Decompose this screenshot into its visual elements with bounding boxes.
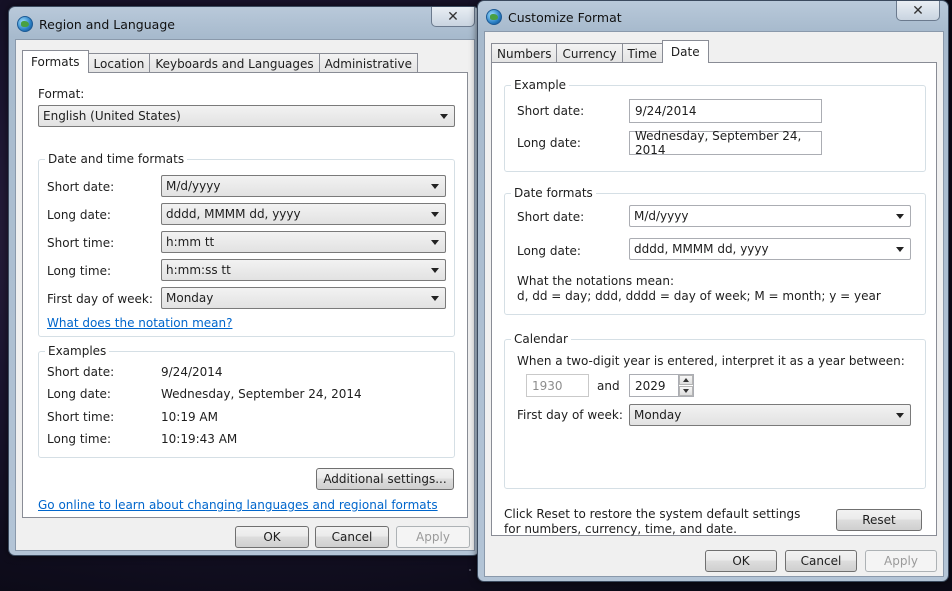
tab-administrative[interactable]: Administrative (318, 53, 419, 73)
short-date-combo[interactable]: M/d/yyyy (629, 205, 911, 227)
group-label: Example (511, 78, 570, 92)
chevron-down-icon (431, 184, 439, 189)
chevron-down-icon (431, 240, 439, 245)
tab-numbers[interactable]: Numbers (491, 43, 558, 63)
chevron-down-icon (440, 114, 448, 119)
notation-text: d, dd = day; ddd, dddd = day of week; M … (517, 289, 881, 303)
tab-currency[interactable]: Currency (556, 43, 623, 63)
examples-group: Examples Short date: 9/24/2014 Long date… (38, 344, 455, 458)
chevron-down-icon (431, 296, 439, 301)
chevron-down-icon (896, 247, 904, 252)
short-time-label: Short time: (47, 236, 115, 250)
example-short-date-value: 9/24/2014 (161, 365, 223, 379)
example-long-date-value: Wednesday, September 24, 2014 (161, 387, 362, 401)
spin-up-icon[interactable] (679, 375, 693, 385)
group-label: Date formats (511, 186, 596, 200)
reset-description: Click Reset to restore the system defaul… (504, 507, 801, 536)
example-short-date-label: Short date: (517, 104, 585, 118)
tab-location[interactable]: Location (87, 53, 151, 73)
title-bar: Customize Format (486, 6, 622, 28)
first-day-label: First day of week: (47, 292, 153, 306)
spin-down-icon[interactable] (679, 386, 693, 396)
notation-title: What the notations mean: (517, 274, 674, 288)
tab-formats[interactable]: Formats (22, 50, 89, 73)
example-short-date-box: 9/24/2014 (629, 99, 822, 123)
short-date-label: Short date: (47, 180, 115, 194)
example-short-date-label: Short date: (47, 365, 115, 379)
example-long-time-value: 10:19:43 AM (161, 432, 238, 446)
two-digit-year-text: When a two-digit year is entered, interp… (517, 354, 905, 368)
year-spinner (678, 375, 693, 397)
tab-strip: Numbers Currency Time Date (491, 40, 709, 63)
first-day-select[interactable]: Monday (161, 287, 446, 309)
year-to-spinner[interactable]: 2029 (629, 374, 694, 397)
tab-date[interactable]: Date (661, 40, 709, 63)
chevron-down-icon (431, 268, 439, 273)
region-language-window: Region and Language ✕ Formats Location K… (8, 6, 480, 556)
tab-strip: Formats Location Keyboards and Languages… (22, 50, 419, 73)
customize-format-window: Customize Format ✕ Numbers Currency Time… (477, 0, 949, 582)
example-long-time-label: Long time: (47, 432, 112, 446)
example-long-date-box: Wednesday, September 24, 2014 (629, 129, 822, 157)
window-title: Region and Language (39, 16, 175, 32)
example-short-time-label: Short time: (47, 410, 115, 424)
example-long-date-label: Long date: (47, 387, 111, 401)
tab-keyboards-languages[interactable]: Keyboards and Languages (149, 53, 320, 73)
reset-button[interactable]: Reset (836, 509, 922, 531)
date-formats-group: Date formats Short date: M/d/yyyy Long d… (504, 186, 926, 315)
short-date-select[interactable]: M/d/yyyy (161, 175, 446, 197)
globe-icon (486, 9, 502, 25)
long-date-label: Long date: (517, 244, 581, 258)
long-date-combo[interactable]: dddd, MMMM dd, yyyy (629, 238, 911, 260)
apply-button[interactable]: Apply (865, 550, 937, 572)
long-date-label: Long date: (47, 208, 111, 222)
window-title: Customize Format (508, 9, 622, 25)
apply-button[interactable]: Apply (396, 526, 470, 548)
title-bar: Region and Language (17, 13, 175, 35)
date-panel: Example Short date: 9/24/2014 Long date:… (491, 62, 937, 536)
notation-link[interactable]: What does the notation mean? (47, 316, 232, 330)
group-label: Examples (45, 344, 110, 358)
chevron-down-icon (896, 413, 904, 418)
cancel-button[interactable]: Cancel (315, 526, 389, 548)
group-label: Calendar (511, 332, 571, 346)
format-label: Format: (38, 87, 85, 101)
ok-button[interactable]: OK (235, 526, 309, 548)
cancel-button[interactable]: Cancel (785, 550, 857, 572)
and-label: and (597, 379, 620, 393)
short-time-select[interactable]: h:mm tt (161, 231, 446, 253)
year-from-box: 1930 (526, 374, 589, 397)
group-label: Date and time formats (45, 152, 188, 166)
chevron-down-icon (431, 212, 439, 217)
ok-button[interactable]: OK (705, 550, 777, 572)
close-button[interactable]: ✕ (431, 7, 475, 27)
online-link[interactable]: Go online to learn about changing langua… (38, 498, 438, 512)
example-long-date-label: Long date: (517, 136, 581, 150)
client-area: Numbers Currency Time Date Example Short… (484, 31, 944, 577)
formats-panel: Format: English (United States) Date and… (22, 72, 468, 518)
client-area: Formats Location Keyboards and Languages… (15, 39, 475, 551)
globe-icon (17, 16, 33, 32)
date-time-formats-group: Date and time formats Short date: M/d/yy… (38, 152, 455, 337)
long-time-label: Long time: (47, 264, 112, 278)
first-day-select[interactable]: Monday (629, 404, 911, 426)
chevron-down-icon (896, 214, 904, 219)
example-short-time-value: 10:19 AM (161, 410, 218, 424)
example-group: Example Short date: 9/24/2014 Long date:… (504, 78, 926, 172)
calendar-group: Calendar When a two-digit year is entere… (504, 332, 926, 489)
close-icon: ✕ (912, 2, 924, 19)
close-icon: ✕ (447, 8, 459, 25)
short-date-label: Short date: (517, 210, 585, 224)
additional-settings-button[interactable]: Additional settings... (316, 468, 454, 490)
format-select[interactable]: English (United States) (38, 105, 455, 127)
close-button[interactable]: ✕ (896, 1, 940, 21)
long-time-select[interactable]: h:mm:ss tt (161, 259, 446, 281)
first-day-label: First day of week: (517, 408, 623, 422)
long-date-select[interactable]: dddd, MMMM dd, yyyy (161, 203, 446, 225)
tab-time[interactable]: Time (621, 43, 663, 63)
